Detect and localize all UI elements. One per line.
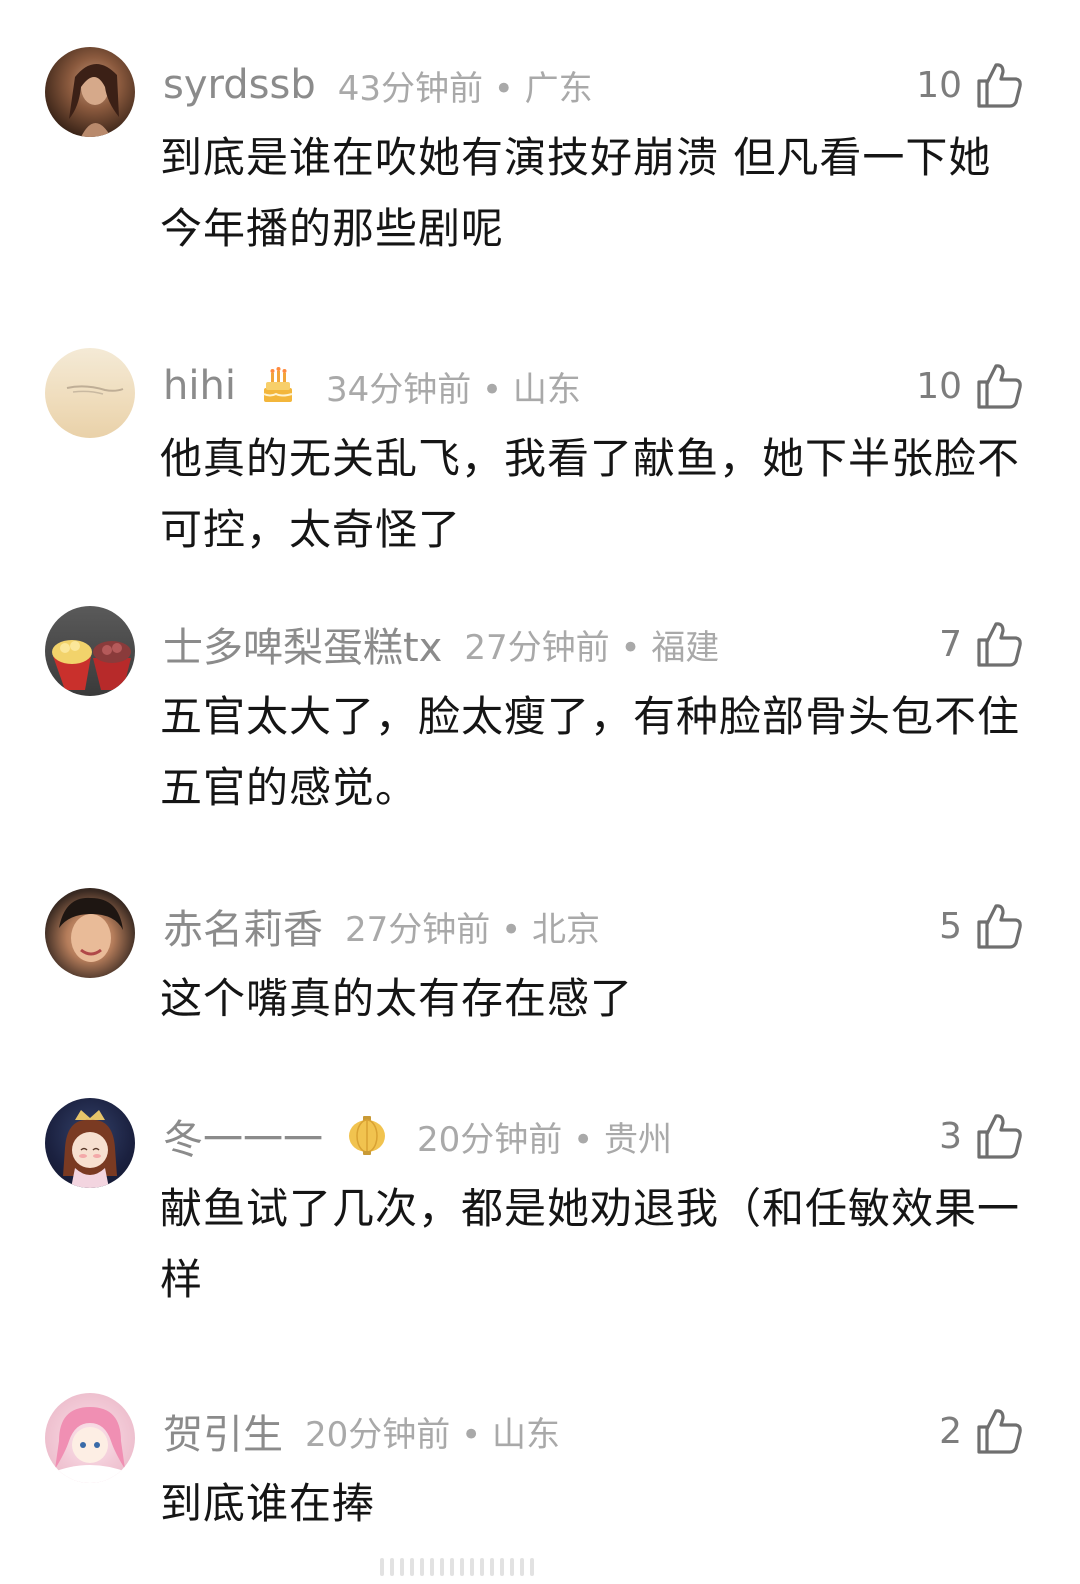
comment-header: 贺引生 20分钟前 • 山东 [163,1401,560,1461]
like-count: 10 [916,64,962,106]
like-button[interactable]: 10 [916,55,1024,115]
like-button[interactable]: 5 [939,896,1024,956]
comment-text: 到底谁在捧 [160,1479,376,1528]
comment-location: 广东 [524,68,593,109]
meta-separator: • [501,909,522,950]
comment-meta: 20分钟前 • 山东 [305,1407,560,1456]
thumbs-up-icon[interactable] [974,1406,1024,1456]
comment-meta: 43分钟前 • 广东 [338,61,593,110]
like-count: 5 [939,905,962,947]
avatar[interactable] [45,1393,135,1483]
comment-header: 士多啤梨蛋糕tx 27分钟前 • 福建 [163,614,719,674]
thumbs-up-icon[interactable] [974,901,1024,951]
username[interactable]: hihi [163,363,236,409]
username[interactable]: 冬一一一 [163,1107,323,1165]
comment-meta: 27分钟前 • 北京 [345,902,600,951]
comment-text: 献鱼试了几次，都是她劝退我（和任敏效果一样 [160,1184,1021,1304]
like-button[interactable]: 2 [939,1401,1024,1461]
thumbs-up-icon[interactable] [974,619,1024,669]
comment-time: 27分钟前 [345,909,491,950]
avatar[interactable] [45,47,135,137]
comment-location: 山东 [512,369,581,410]
meta-separator: • [461,1414,482,1455]
comment-meta: 27分钟前 • 福建 [464,620,719,669]
like-button[interactable]: 7 [939,614,1024,674]
like-count: 2 [939,1410,962,1452]
comment-header: 赤名莉香 27分钟前 • 北京 [163,896,600,956]
like-button[interactable]: 10 [916,356,1024,416]
comment-header: syrdssb 43分钟前 • 广东 [163,55,593,115]
comment-header: 冬一一一 20分钟前 • 贵州 [163,1106,672,1166]
watermark-strip [380,1555,700,1579]
comment-text: 他真的无关乱飞，我看了献鱼，她下半张脸不可控，太奇怪了 [160,434,1021,554]
comment-time: 27分钟前 [464,627,610,668]
comment-time: 20分钟前 [305,1414,451,1455]
thumbs-up-icon[interactable] [974,1111,1024,1161]
thumbs-up-icon[interactable] [974,361,1024,411]
comment-meta: 20分钟前 • 贵州 [417,1112,672,1161]
username[interactable]: syrdssb [163,62,316,108]
comment-location: 北京 [531,909,600,950]
comment-location: 贵州 [603,1119,672,1160]
like-count: 10 [916,365,962,407]
username[interactable]: 赤名莉香 [163,897,323,955]
username[interactable]: 士多啤梨蛋糕tx [163,615,442,673]
comment-time: 20分钟前 [417,1119,563,1160]
comment-meta: 34分钟前 • 山东 [326,362,581,411]
comment-text: 这个嘴真的太有存在感了 [160,974,634,1023]
meta-separator: • [620,627,641,668]
comment-text: 五官太大了，脸太瘦了，有种脸部骨头包不住五官的感觉。 [160,692,1021,812]
avatar[interactable] [45,1098,135,1188]
avatar[interactable] [45,888,135,978]
comment-location: 福建 [651,627,720,668]
username[interactable]: 贺引生 [163,1402,283,1460]
lantern-icon [345,1114,389,1158]
comment-location: 山东 [491,1414,560,1455]
avatar[interactable] [45,606,135,696]
meta-separator: • [493,68,514,109]
comment-time: 43分钟前 [337,68,483,109]
comment-header: hihi 34分钟前 • 山东 [163,356,581,416]
meta-separator: • [573,1119,594,1160]
thumbs-up-icon[interactable] [974,60,1024,110]
like-count: 3 [939,1115,962,1157]
like-button[interactable]: 3 [939,1106,1024,1166]
meta-separator: • [482,369,503,410]
comment-time: 34分钟前 [325,369,472,410]
like-count: 7 [939,623,962,665]
birthday-cake-icon [258,366,298,406]
avatar[interactable] [45,348,135,438]
comment-text: 到底是谁在吹她有演技好崩溃 但凡看一下她今年播的那些剧呢 [160,133,992,253]
